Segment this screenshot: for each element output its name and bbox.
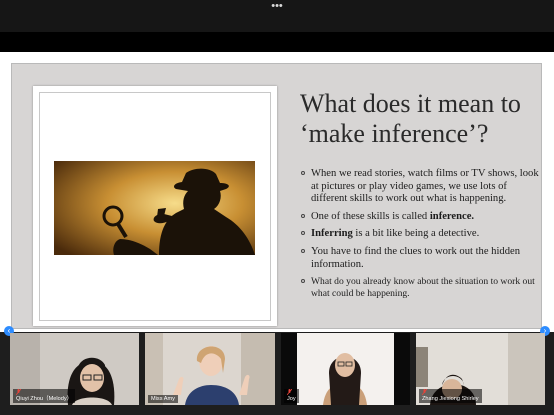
bullet-icon bbox=[301, 231, 305, 236]
slide-title: What does it mean to ‘make inference’? bbox=[300, 89, 521, 148]
bullet-item: One of these skills is called inference. bbox=[300, 211, 540, 224]
bullet-item: When we read stories, watch films or TV … bbox=[300, 168, 540, 206]
participant-tile[interactable]: Zhang Jiexiong Shirley bbox=[416, 333, 545, 405]
bullet-icon bbox=[301, 248, 305, 253]
bullet-item: You have to find the clues to work out t… bbox=[300, 246, 540, 271]
bullet-item: Inferring is a bit like being a detectiv… bbox=[300, 228, 540, 241]
participant-name-tag: Joy bbox=[284, 389, 299, 403]
slide-bullet-list: When we read stories, watch films or TV … bbox=[300, 168, 540, 304]
more-options-icon[interactable]: ••• bbox=[268, 1, 286, 12]
meeting-top-bar: ••• bbox=[0, 0, 554, 32]
muted-mic-icon bbox=[287, 389, 292, 395]
participant-name-tag: Qiuyi Zhou（Melody） bbox=[13, 389, 76, 403]
bullet-item: What do you already know about the situa… bbox=[300, 276, 540, 299]
detective-silhouette-image bbox=[54, 161, 255, 255]
bullet-icon bbox=[301, 171, 305, 175]
bullet-icon bbox=[301, 279, 305, 284]
muted-mic-icon bbox=[16, 389, 21, 395]
participant-name-tag: Zhang Jiexiong Shirley bbox=[419, 389, 482, 403]
participant-tile-active[interactable]: Miss Amy bbox=[145, 333, 275, 405]
muted-mic-icon bbox=[422, 389, 427, 395]
participant-tile[interactable]: Qiuyi Zhou（Melody） bbox=[10, 333, 139, 405]
participant-name-tag: Miss Amy bbox=[148, 395, 178, 403]
participant-video bbox=[281, 333, 410, 405]
participant-tile[interactable]: Joy bbox=[281, 333, 410, 405]
screen-share-top-strip bbox=[0, 32, 554, 52]
bullet-icon bbox=[301, 213, 305, 218]
